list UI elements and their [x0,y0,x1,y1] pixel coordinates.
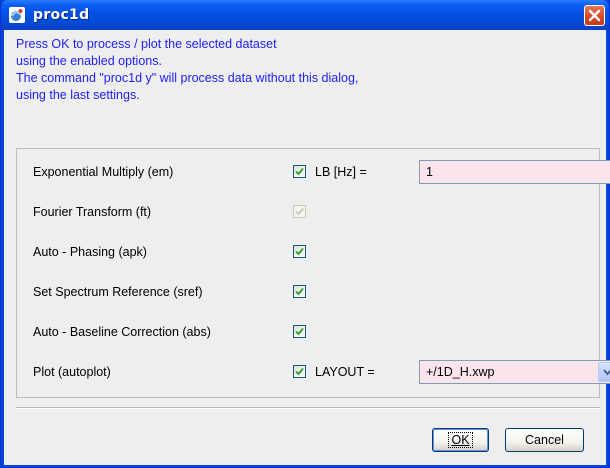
option-row-apk: Auto - Phasing (apk) [17,232,599,272]
option-label-apk: Auto - Phasing (apk) [33,245,147,259]
title-bar[interactable]: proc1d [1,0,609,30]
ok-button-label: OK [448,432,473,448]
option-label-em: Exponential Multiply (em) [33,165,174,179]
layout-label: LAYOUT = [315,365,375,379]
app-icon [8,6,26,24]
separator [16,407,600,409]
option-row-abs: Auto - Baseline Correction (abs) [17,312,599,352]
info-line: Press OK to process / plot the selected … [16,37,277,51]
option-row-ft: Fourier Transform (ft) [17,192,599,232]
layout-select-value: +/1D_H.xwp [426,365,495,379]
window-title: proc1d [33,7,90,23]
close-icon [588,9,601,22]
option-label-autoplot: Plot (autoplot) [33,365,111,379]
checkmark-icon [295,327,304,336]
close-button[interactable] [584,5,605,26]
checkbox-em[interactable] [293,165,306,178]
checkmark-icon [295,287,304,296]
lb-input[interactable]: 1 [419,160,610,184]
options-panel: Exponential Multiply (em) LB [Hz] = 1 Fo… [16,148,610,398]
checkbox-autoplot[interactable] [293,365,306,378]
info-line: using the enabled options. [16,54,162,68]
info-line: The command "proc1d y" will process data… [16,71,359,85]
option-label-sref: Set Spectrum Reference (sref) [33,285,203,299]
info-line: using the last settings. [16,88,140,102]
cancel-button-label: Cancel [525,433,564,447]
checkbox-abs[interactable] [293,325,306,338]
chevron-down-icon [603,369,610,376]
checkbox-ft [293,205,306,218]
option-label-abs: Auto - Baseline Correction (abs) [33,325,211,339]
dropdown-button[interactable] [598,362,610,382]
dialog-window: proc1d Press OK to process / plot the se… [0,0,610,468]
info-text: Press OK to process / plot the selected … [16,36,576,104]
checkbox-sref[interactable] [293,285,306,298]
option-label-ft: Fourier Transform (ft) [33,205,152,219]
cancel-button[interactable]: Cancel [505,428,584,452]
checkmark-icon [295,367,304,376]
option-row-sref: Set Spectrum Reference (sref) [17,272,599,312]
layout-select[interactable]: +/1D_H.xwp [419,360,610,384]
option-row-em: Exponential Multiply (em) LB [Hz] = 1 [17,152,610,192]
ok-button[interactable]: OK [432,428,489,452]
option-row-autoplot: Plot (autoplot) LAYOUT = +/1D_H.xwp [17,352,610,392]
checkmark-icon [295,247,304,256]
checkmark-icon [295,167,304,176]
checkmark-icon [295,207,304,216]
lb-label: LB [Hz] = [315,165,367,179]
checkbox-apk[interactable] [293,245,306,258]
